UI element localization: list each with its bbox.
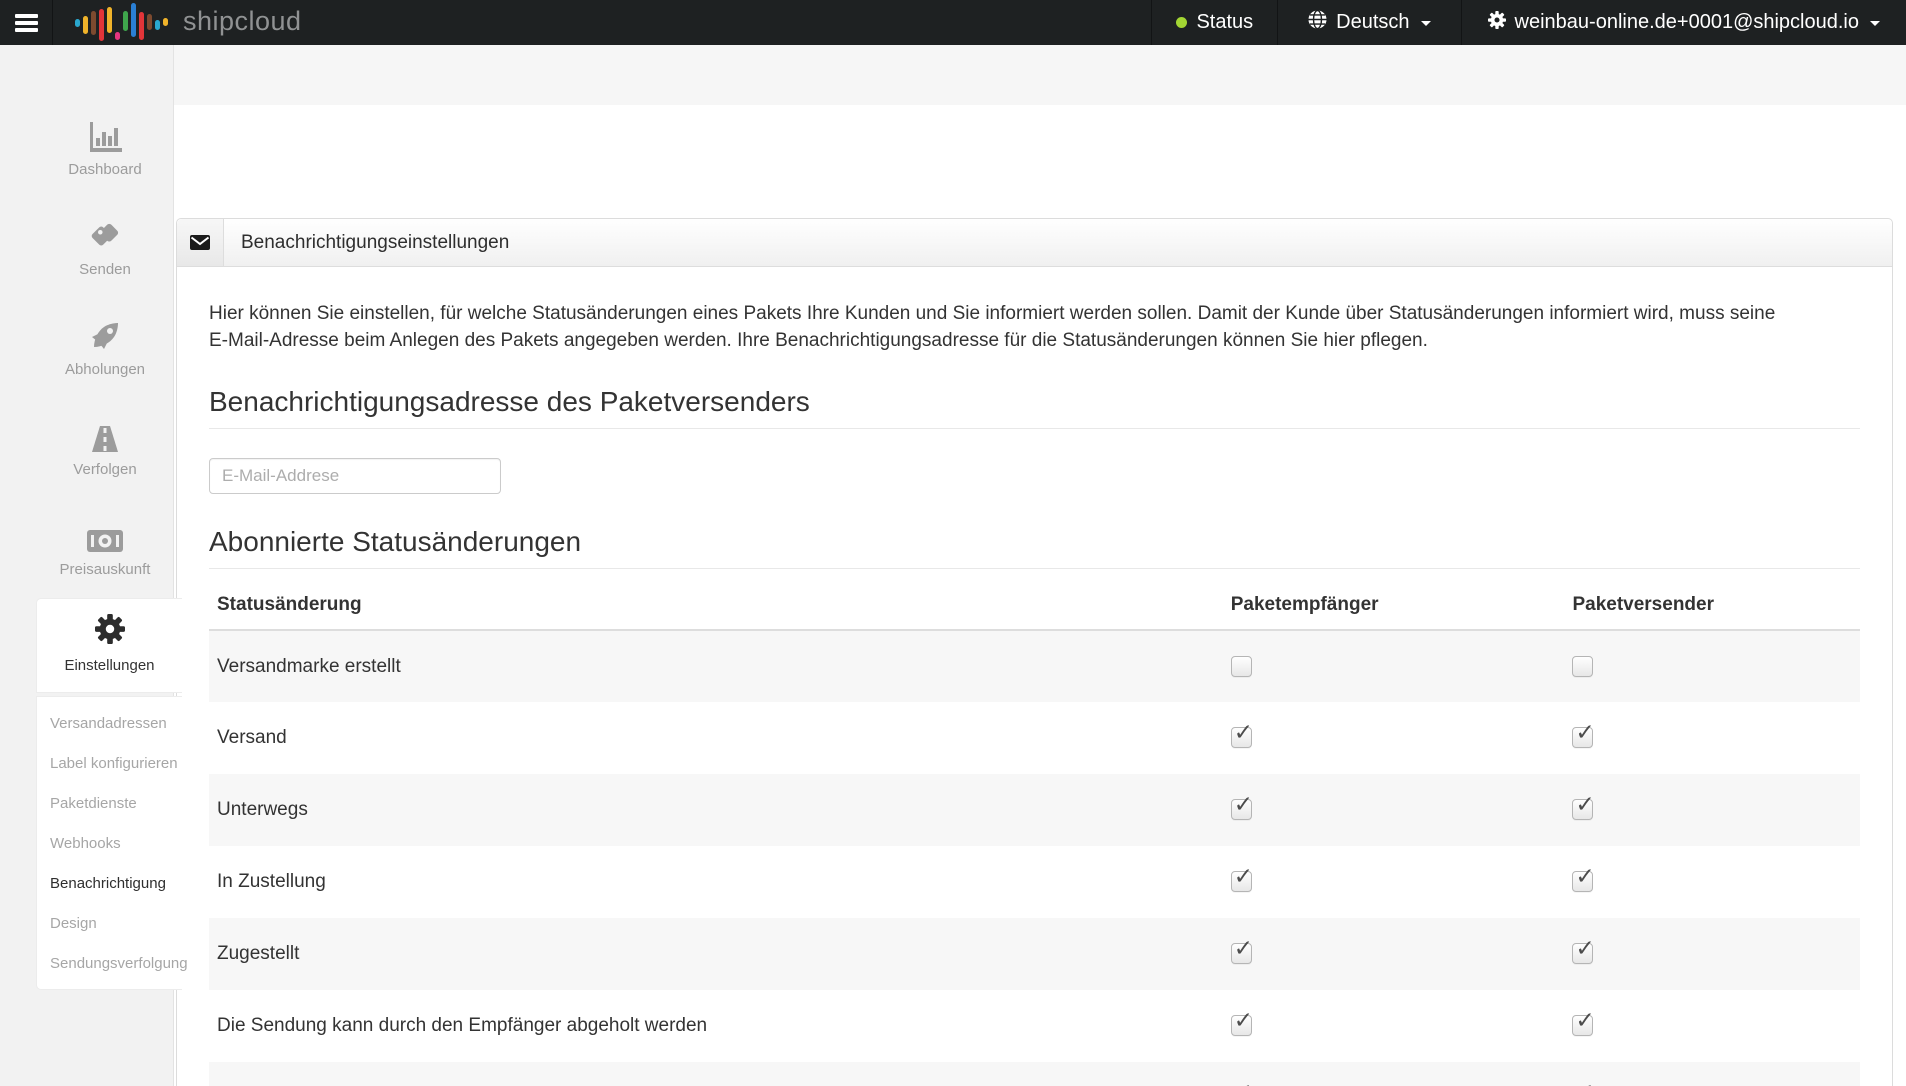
top-navbar: shipcloud Status Deutsch: [0, 0, 1906, 45]
table-row: Versandmarke gelöscht: [209, 1062, 1860, 1086]
column-header-paketempfaenger: Paketempfänger: [1223, 581, 1565, 630]
sidebar-item-label: Preisauskunft: [36, 561, 174, 578]
menu-toggle-button[interactable]: [0, 0, 53, 45]
intro-text: Hier können Sie einstellen, für welche S…: [209, 300, 1860, 354]
table-row: Die Sendung kann durch den Empfänger abg…: [209, 990, 1860, 1062]
recipient-checkbox[interactable]: [1231, 727, 1252, 748]
notification-settings-panel: Benachrichtigungseinstellungen Hier könn…: [176, 218, 1893, 1086]
table-header-row: Statusänderung Paketempfänger Paketverse…: [209, 581, 1860, 630]
status-label: Unterwegs: [209, 774, 1223, 846]
table-row: Zugestellt: [209, 918, 1860, 990]
bar-chart-icon: [36, 115, 174, 152]
sidebar-item-label: Senden: [36, 261, 174, 278]
status-label: Status: [1196, 11, 1253, 34]
sidebar-item-label: Einstellungen: [64, 657, 154, 674]
recipient-checkbox[interactable]: [1231, 1015, 1252, 1036]
status-menu-item[interactable]: Status: [1151, 0, 1277, 45]
account-email-label: weinbau-online.de+0001@shipcloud.io: [1515, 11, 1859, 34]
submenu-item-label-konfigurieren[interactable]: Label konfigurieren: [37, 744, 182, 784]
table-row: Versand: [209, 702, 1860, 774]
sidebar-item-abholungen[interactable]: Abholungen: [36, 315, 174, 415]
sidebar-item-label: Verfolgen: [36, 461, 174, 478]
sidebar-item-label: Abholungen: [36, 361, 174, 378]
settings-submenu: Versandadressen Label konfigurieren Pake…: [36, 696, 182, 990]
submenu-item-benachrichtigung[interactable]: Benachrichtigung: [37, 864, 182, 904]
sidebar-item-senden[interactable]: Senden: [36, 215, 174, 315]
globe-icon: [1308, 10, 1327, 35]
sender-checkbox[interactable]: [1572, 943, 1593, 964]
rocket-icon: [36, 315, 174, 352]
status-label: Versand: [209, 702, 1223, 774]
sidebar-item-einstellungen-active[interactable]: Einstellungen: [36, 598, 182, 693]
gear-icon: [1488, 11, 1506, 35]
submenu-item-design[interactable]: Design: [37, 904, 182, 944]
sidebar: Dashboard Senden: [0, 45, 174, 1086]
brand-name: shipcloud: [183, 6, 302, 40]
submenu-item-webhooks[interactable]: Webhooks: [37, 824, 182, 864]
column-header-statusaenderung: Statusänderung: [209, 581, 1223, 630]
gear-icon: [95, 614, 125, 649]
sender-checkbox[interactable]: [1572, 727, 1593, 748]
table-row: Unterwegs: [209, 774, 1860, 846]
sender-checkbox[interactable]: [1572, 1015, 1593, 1036]
sidebar-item-dashboard[interactable]: Dashboard: [36, 115, 174, 215]
chevron-down-icon: [1421, 21, 1431, 31]
column-header-paketversender: Paketversender: [1564, 581, 1860, 630]
recipient-checkbox[interactable]: [1231, 943, 1252, 964]
main-area: Benachrichtigungseinstellungen Hier könn…: [174, 45, 1906, 1086]
status-label: Zugestellt: [209, 918, 1223, 990]
panel-header: Benachrichtigungseinstellungen: [177, 219, 1892, 267]
subscriptions-table: Statusänderung Paketempfänger Paketverse…: [209, 581, 1860, 1086]
language-label: Deutsch: [1336, 11, 1409, 34]
content-sheet: Benachrichtigungseinstellungen Hier könn…: [174, 105, 1906, 1086]
status-label: Die Sendung kann durch den Empfänger abg…: [209, 990, 1223, 1062]
sidebar-item-verfolgen[interactable]: Verfolgen: [36, 415, 174, 515]
divider: [209, 428, 1860, 429]
hamburger-icon: [15, 14, 38, 32]
sidebar-item-label: Dashboard: [36, 161, 174, 178]
tags-icon: [36, 215, 174, 252]
panel-title: Benachrichtigungseinstellungen: [224, 219, 509, 266]
subscriptions-heading: Abonnierte Statusänderungen: [209, 524, 1860, 560]
road-icon: [36, 415, 174, 452]
status-label: Versandmarke erstellt: [209, 630, 1223, 702]
sender-address-heading: Benachrichtigungsadresse des Paketversen…: [209, 384, 1860, 420]
submenu-item-sendungsverfolgung[interactable]: Sendungsverfolgung: [37, 944, 182, 984]
status-label: In Zustellung: [209, 846, 1223, 918]
money-icon: [36, 515, 174, 552]
sender-checkbox[interactable]: [1572, 871, 1593, 892]
chevron-down-icon: [1870, 21, 1880, 31]
table-row: In Zustellung: [209, 846, 1860, 918]
recipient-checkbox[interactable]: [1231, 871, 1252, 892]
status-label: Versandmarke gelöscht: [209, 1062, 1223, 1086]
recipient-checkbox[interactable]: [1231, 799, 1252, 820]
brand-logo[interactable]: shipcloud: [53, 0, 302, 45]
email-input[interactable]: [209, 458, 501, 494]
recipient-checkbox[interactable]: [1231, 656, 1252, 677]
shipcloud-logo-icon: [75, 6, 168, 40]
table-row: Versandmarke erstellt: [209, 630, 1860, 702]
submenu-item-paketdienste[interactable]: Paketdienste: [37, 784, 182, 824]
sender-checkbox[interactable]: [1572, 799, 1593, 820]
status-indicator-dot: [1176, 17, 1187, 28]
intro-text-line2: E-Mail-Adresse beim Anlegen des Pakets a…: [209, 327, 1860, 354]
intro-text-line1: Hier können Sie einstellen, für welche S…: [209, 300, 1860, 327]
submenu-item-versandadressen[interactable]: Versandadressen: [37, 704, 182, 744]
sender-checkbox[interactable]: [1572, 656, 1593, 677]
language-dropdown[interactable]: Deutsch: [1277, 0, 1460, 45]
envelope-icon: [177, 219, 224, 266]
account-dropdown[interactable]: weinbau-online.de+0001@shipcloud.io: [1461, 0, 1906, 45]
divider: [209, 568, 1860, 569]
